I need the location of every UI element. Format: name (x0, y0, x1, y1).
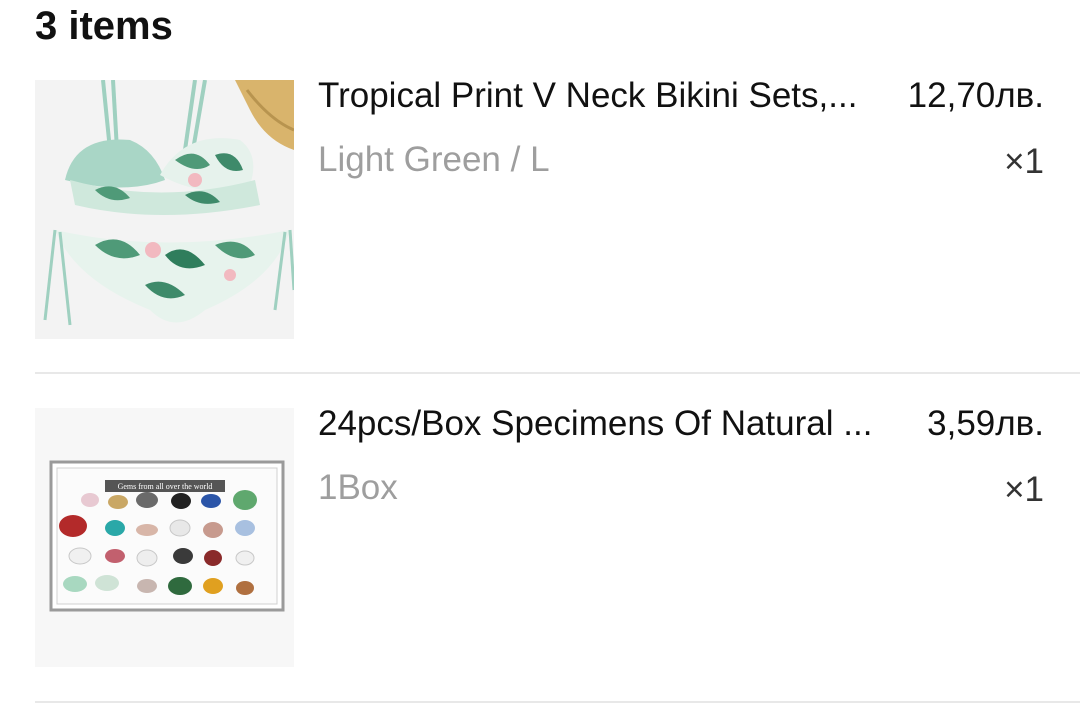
bikini-product-image[interactable] (35, 80, 294, 339)
gemstone-box-product-image[interactable]: Gems from all over the world (35, 408, 294, 667)
divider (35, 372, 1080, 374)
cart-item[interactable]: Gems from all over the world 24pcs/Box S… (35, 404, 1080, 702)
items-count-heading: 3 items (35, 4, 173, 48)
product-variant: Light Green / L (318, 140, 550, 179)
product-price: 3,59лв. (927, 404, 1044, 443)
product-variant: 1Box (318, 468, 398, 507)
bikini-illustration (35, 80, 294, 339)
product-title[interactable]: Tropical Print V Neck Bikini Sets,... (318, 74, 888, 118)
cart-item[interactable]: Tropical Print V Neck Bikini Sets,... 12… (35, 76, 1080, 372)
divider (35, 701, 1080, 703)
product-quantity: ×1 (1004, 142, 1044, 181)
gemstone-box-illustration: Gems from all over the world (35, 408, 294, 667)
product-price: 12,70лв. (907, 76, 1044, 115)
product-title[interactable]: 24pcs/Box Specimens Of Natural ... (318, 402, 888, 446)
gem-box-label: Gems from all over the world (118, 482, 213, 491)
product-quantity: ×1 (1004, 470, 1044, 509)
